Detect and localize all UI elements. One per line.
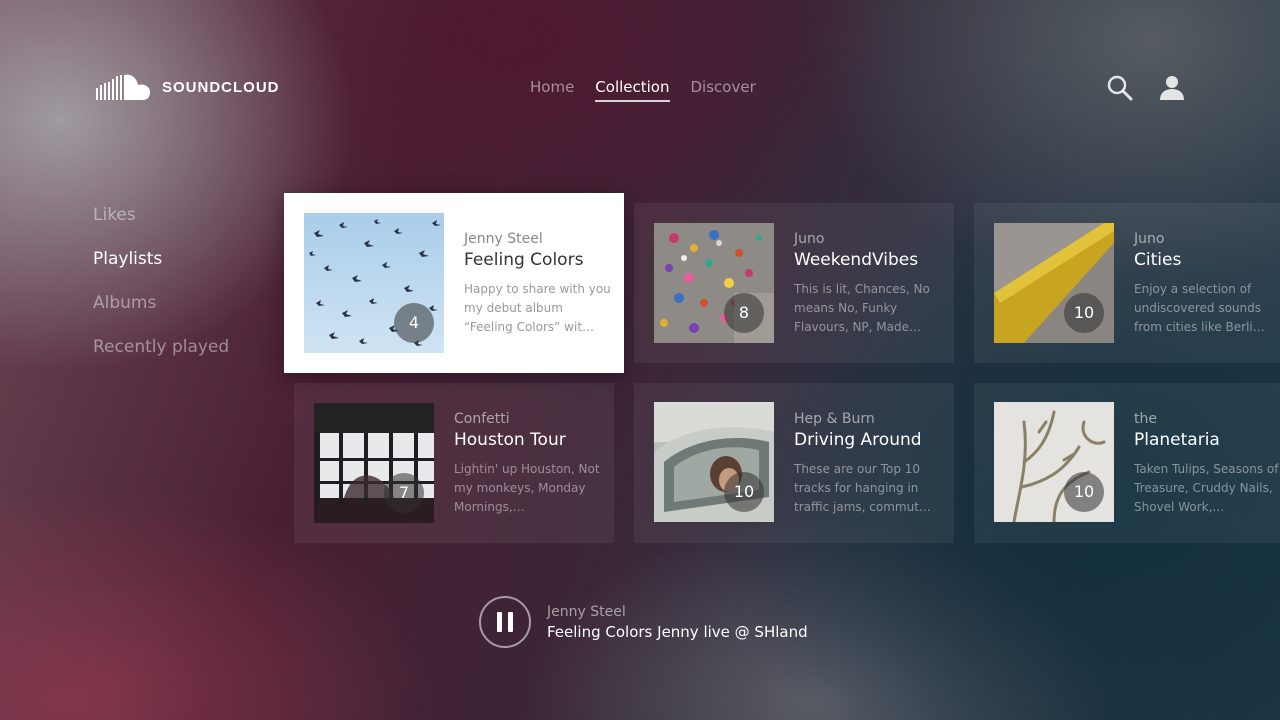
track-count-badge: 8 xyxy=(724,293,764,333)
sidebar-item-recently-played[interactable]: Recently played xyxy=(93,335,229,379)
playlist-card-weekendvibes[interactable]: 8 Juno WeekendVibes This is lit, Chances… xyxy=(634,203,954,363)
soundcloud-cloud-icon xyxy=(96,74,151,100)
playlist-artist: Confetti xyxy=(454,411,510,427)
playlist-artwork: 10 xyxy=(994,223,1114,343)
playlist-artwork: 8 xyxy=(654,223,774,343)
playlist-card-houston-tour[interactable]: 7 Confetti Houston Tour Lightin' up Hous… xyxy=(294,383,614,543)
playlist-description: Happy to share with you my debut album “… xyxy=(464,282,611,334)
track-count-badge: 10 xyxy=(724,472,764,512)
pause-icon-bar xyxy=(508,612,513,632)
playlist-title: Driving Around xyxy=(794,430,922,450)
track-count-badge: 10 xyxy=(1064,293,1104,333)
now-playing-bar: Jenny Steel Feeling Colors Jenny live @ … xyxy=(479,596,808,648)
track-count-badge: 10 xyxy=(1064,472,1104,512)
now-playing-artist: Jenny Steel xyxy=(547,603,626,620)
playlist-card-feeling-colors[interactable]: 4 Jenny Steel Feeling Colors Happy to sh… xyxy=(284,193,624,373)
playlist-artwork: 10 xyxy=(994,402,1114,522)
playlist-title: Feeling Colors xyxy=(464,250,584,270)
brand-name: SOUNDCLOUD xyxy=(162,78,280,96)
playlist-description: These are our Top 10 tracks for hanging … xyxy=(794,462,931,514)
search-icon[interactable] xyxy=(1106,74,1134,102)
playlist-title: WeekendVibes xyxy=(794,250,919,270)
now-playing-title: Feeling Colors Jenny live @ SHland xyxy=(547,622,808,641)
user-icon[interactable] xyxy=(1158,74,1186,102)
playlist-artwork: 4 xyxy=(304,213,444,353)
playlist-artwork: 7 xyxy=(314,403,434,523)
playlist-card-driving-around[interactable]: 10 Hep & Burn Driving Around These are o… xyxy=(634,383,954,543)
nav-home[interactable]: Home xyxy=(530,78,574,102)
track-count-badge: 4 xyxy=(394,303,434,343)
sidebar-item-likes[interactable]: Likes xyxy=(93,203,229,247)
nav-discover[interactable]: Discover xyxy=(691,78,756,102)
pause-button[interactable] xyxy=(479,596,531,648)
track-count-badge: 7 xyxy=(384,473,424,513)
playlist-description: Taken Tulips, Seasons of Treasure, Crudd… xyxy=(1134,462,1279,514)
pause-icon xyxy=(497,612,502,632)
playlist-title: Cities xyxy=(1134,250,1182,270)
playlist-artist: the xyxy=(1134,411,1157,427)
playlist-artist: Juno xyxy=(794,231,825,247)
playlist-card-cities[interactable]: 10 Juno Cities Enjoy a selection of undi… xyxy=(974,203,1280,363)
playlist-artist: Jenny Steel xyxy=(464,231,543,247)
playlist-title: Houston Tour xyxy=(454,430,566,450)
playlist-artist: Hep & Burn xyxy=(794,411,875,427)
sidebar-item-albums[interactable]: Albums xyxy=(93,291,229,335)
playlist-artwork: 10 xyxy=(654,402,774,522)
playlist-artist: Juno xyxy=(1134,231,1165,247)
top-nav: Home Collection Discover xyxy=(530,78,756,102)
nav-collection[interactable]: Collection xyxy=(595,78,670,102)
header-actions xyxy=(1106,74,1186,102)
playlist-description: Lightin' up Houston, Not my monkeys, Mon… xyxy=(454,462,600,514)
playlist-description: Enjoy a selection of undiscovered sounds… xyxy=(1134,282,1265,334)
playlist-title: Planetaria xyxy=(1134,430,1220,450)
sidebar-item-playlists[interactable]: Playlists xyxy=(93,247,229,291)
collection-sidebar: Likes Playlists Albums Recently played xyxy=(93,203,229,379)
soundcloud-logo[interactable]: SOUNDCLOUD xyxy=(96,74,280,100)
playlist-card-planetaria[interactable]: 10 the Planetaria Taken Tulips, Seasons … xyxy=(974,383,1280,543)
playlist-description: This is lit, Chances, No means No, Funky… xyxy=(794,282,930,334)
